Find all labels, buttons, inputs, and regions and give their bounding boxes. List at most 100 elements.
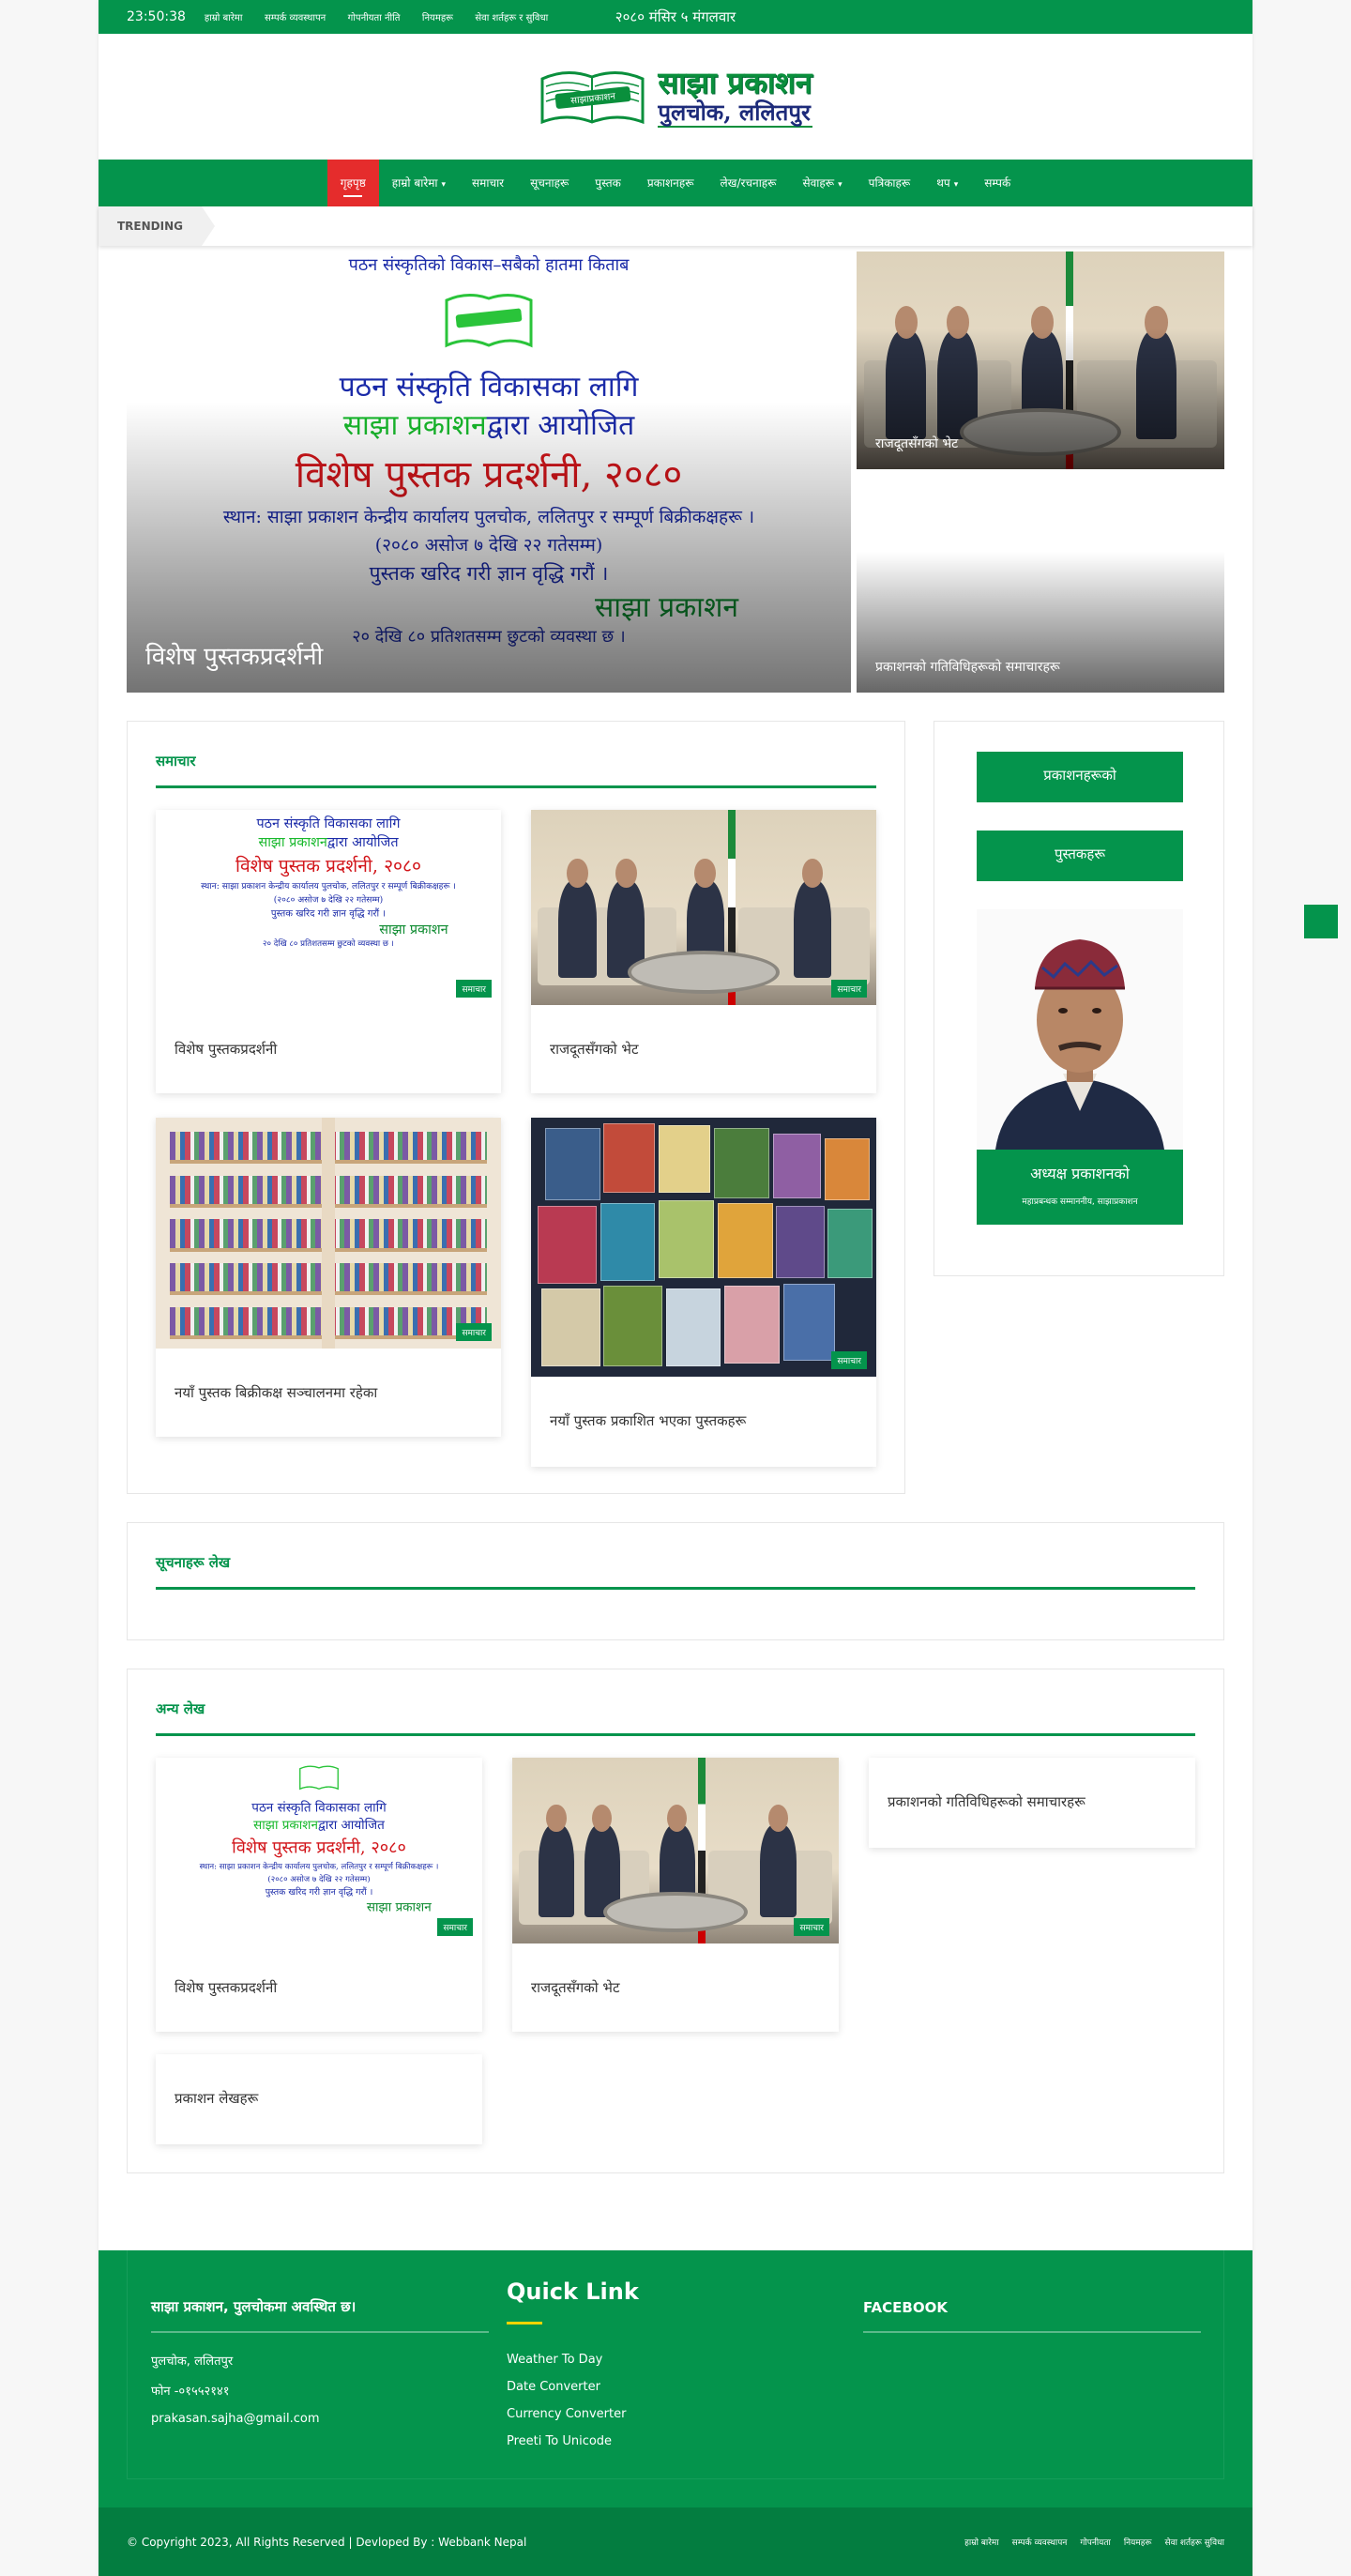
quick-link-date-converter[interactable]: Date Converter [507, 2380, 639, 2394]
quick-link-currency[interactable]: Currency Converter [507, 2407, 639, 2421]
chevron-down-icon: ▾ [953, 180, 959, 190]
quick-link-preeti[interactable]: Preeti To Unicode [507, 2434, 639, 2448]
footer-link-terms[interactable]: सेवा शर्तहरू सुविधा [1165, 2536, 1224, 2548]
section-heading[interactable]: अन्य लेख [156, 1700, 1195, 1736]
footer-link-contact[interactable]: सम्पर्क व्यवस्थापन [1012, 2536, 1068, 2548]
nav-item-more[interactable]: थप ▾ [923, 160, 971, 206]
post-thumbnail: समाचार [531, 1118, 876, 1377]
hero-main-title[interactable]: विशेष पुस्तकप्रदर्शनी [145, 638, 323, 672]
profile-info: अध्यक्ष प्रकाशनको महाप्रबन्धक सम्माननीय,… [977, 1150, 1183, 1225]
book-logo-icon: साझाप्रकाशन [540, 71, 645, 125]
category-badge[interactable]: समाचार [831, 1351, 867, 1369]
hero-side-post-2[interactable]: प्रकाशनको गतिविधिहरूको समाचारहरू [857, 475, 1224, 693]
top-link-rules[interactable]: नियमहरू [422, 13, 453, 23]
category-badge[interactable]: समाचार [456, 980, 492, 998]
footer-email[interactable]: prakasan.sajha@gmail.com [151, 2412, 489, 2426]
book-logo-icon [445, 294, 533, 348]
nav-item-contact[interactable]: सम्पर्क [971, 160, 1024, 206]
quick-link-heading: Quick Link [507, 2279, 639, 2340]
post-card[interactable]: प्रकाशन लेखहरू [156, 2054, 482, 2144]
top-link-privacy[interactable]: गोपनीयता नीति [348, 13, 401, 23]
copyright-bar: © Copyright 2023, All Rights Reserved | … [99, 2507, 1252, 2576]
notice-section: सूचनाहरू लेख [127, 1522, 1224, 1640]
nav-item-magazines[interactable]: पत्रिकाहरू [856, 160, 924, 206]
header-logo-area: साझाप्रकाशन साझा प्रकाशन पुलचोक, ललितपुर [99, 34, 1252, 160]
category-badge[interactable]: समाचार [456, 1323, 492, 1341]
profile-card: अध्यक्ष प्रकाशनको महाप्रबन्धक सम्माननीय,… [977, 909, 1183, 1225]
trending-bar: TRENDING [99, 206, 1252, 246]
nav-item-articles[interactable]: लेख/रचनाहरू [707, 160, 790, 206]
page-wrapper: 23:50:38 हाम्रो बारेमा सम्पर्क व्यवस्थाप… [99, 0, 1252, 2576]
clock-time: 23:50:38 [127, 9, 186, 24]
top-link-about[interactable]: हाम्रो बारेमा [205, 13, 243, 23]
hero-slider: पठन संस्कृतिको विकास–सबैको हातमा किताब प… [127, 252, 1224, 693]
other-section: अन्य लेख पठन संस्कृति विकासका लागि साझा … [127, 1669, 1224, 2173]
profile-name: अध्यक्ष प्रकाशनको [1030, 1165, 1130, 1182]
nav-item-services[interactable]: सेवाहरू ▾ [790, 160, 856, 206]
post-thumbnail: पठन संस्कृति विकासका लागि साझा प्रकाशनद्… [156, 1758, 482, 1943]
section-heading[interactable]: सूचनाहरू लेख [156, 1553, 1195, 1590]
hero-side-title-2[interactable]: प्रकाशनको गतिविधिहरूको समाचारहरू [875, 658, 1060, 676]
logo-text: साझा प्रकाशन पुलचोक, ललितपुर [658, 66, 812, 128]
quick-link-weather[interactable]: Weather To Day [507, 2353, 639, 2367]
post-card[interactable]: पठन संस्कृति विकासका लागि साझा प्रकाशनद्… [156, 810, 501, 1093]
nav-item-books[interactable]: पुस्तक [582, 160, 634, 206]
post-card[interactable]: समाचार नयाँ पुस्तक बिक्रीकक्ष सञ्चालनमा … [156, 1118, 501, 1437]
post-thumbnail: समाचार [531, 810, 876, 1005]
post-card[interactable]: समाचार राजदूतसँगको भेट [531, 810, 876, 1093]
footer-phone: फोन -०१५५२१४१ [151, 2385, 230, 2399]
nav-item-notices[interactable]: सूचनाहरू [517, 160, 582, 206]
nav-item-news[interactable]: समाचार [459, 160, 517, 206]
section-heading[interactable]: समाचार [156, 752, 876, 788]
footer-link-privacy[interactable]: गोपनीयता [1080, 2536, 1111, 2548]
nav-item-home[interactable]: गृहपृष्ठ [326, 160, 379, 206]
footer-link-rules[interactable]: नियमहरू [1124, 2536, 1152, 2548]
main-nav: गृहपृष्ठ हाम्रो बारेमा ▾ समाचार सूचनाहरू … [99, 160, 1252, 206]
footer-quick-links: Quick Link Weather To Day Date Converter… [507, 2279, 639, 2448]
scroll-to-top-icon[interactable] [1304, 905, 1338, 938]
post-title[interactable]: राजदूतसँगको भेट [531, 1005, 876, 1093]
footer-about-heading: साझा प्रकाशन, पुलचोकमा अवस्थित छ। [151, 2297, 489, 2333]
profile-photo [977, 909, 1183, 1150]
post-title[interactable]: विशेष पुस्तकप्रदर्शनी [156, 1005, 501, 1093]
facebook-heading: FACEBOOK [863, 2299, 1201, 2333]
nav-item-publications[interactable]: प्रकाशनहरू [634, 160, 707, 206]
logo-title: साझा प्रकाशन [658, 65, 812, 100]
nav-item-about[interactable]: हाम्रो बारेमा ▾ [379, 160, 459, 206]
post-card[interactable]: प्रकाशनको गतिविधिहरूको समाचारहरू [869, 1758, 1195, 1848]
post-thumbnail: समाचार [512, 1758, 839, 1943]
copyright-text: © Copyright 2023, All Rights Reserved | … [127, 2535, 527, 2549]
site-logo[interactable]: साझाप्रकाशन साझा प्रकाशन पुलचोक, ललितपुर [539, 66, 812, 128]
top-links: हाम्रो बारेमा सम्पर्क व्यवस्थापन गोपनीयत… [205, 10, 567, 23]
category-badge[interactable]: समाचार [831, 980, 867, 998]
hero-side-title-1[interactable]: राजदूतसँगको भेट [875, 434, 958, 452]
post-card[interactable]: पठन संस्कृति विकासका लागि साझा प्रकाशनद्… [156, 1758, 482, 2032]
footer-facebook: FACEBOOK [863, 2299, 1201, 2333]
post-title[interactable]: राजदूतसँगको भेट [512, 1943, 839, 2032]
post-title[interactable]: प्रकाशन लेखहरू [156, 2054, 482, 2142]
chevron-down-icon: ▾ [441, 180, 447, 190]
top-link-contact[interactable]: सम्पर्क व्यवस्थापन [265, 13, 326, 23]
post-title[interactable]: प्रकाशनको गतिविधिहरूको समाचारहरू [869, 1758, 1195, 1846]
hero-main-post[interactable]: पठन संस्कृतिको विकास–सबैको हातमा किताब प… [127, 252, 851, 693]
footer-address: पुलचोक, ललितपुर [151, 2355, 234, 2369]
post-title[interactable]: नयाँ पुस्तक प्रकाशित भएका पुस्तकहरू [531, 1377, 876, 1465]
top-bar: 23:50:38 हाम्रो बारेमा सम्पर्क व्यवस्थाप… [99, 0, 1252, 34]
footer-about: साझा प्रकाशन, पुलचोकमा अवस्थित छ। पुलचोक… [151, 2297, 489, 2426]
post-thumbnail: समाचार [156, 1118, 501, 1349]
category-badge[interactable]: समाचार [794, 1918, 829, 1936]
post-title[interactable]: विशेष पुस्तकप्रदर्शनी [156, 1943, 482, 2032]
footer-link-about[interactable]: हाम्रो बारेमा [964, 2536, 999, 2548]
category-badge[interactable]: समाचार [437, 1918, 473, 1936]
post-title[interactable]: नयाँ पुस्तक बिक्रीकक्ष सञ्चालनमा रहेका [156, 1349, 501, 1437]
post-card[interactable]: समाचार राजदूतसँगको भेट [512, 1758, 839, 2032]
hero-side-post-1[interactable]: राजदूतसँगको भेट [857, 252, 1224, 469]
post-card[interactable]: समाचार नयाँ पुस्तक प्रकाशित भएका पुस्तकह… [531, 1118, 876, 1467]
chevron-down-icon: ▾ [838, 180, 842, 190]
publications-button[interactable]: प्रकाशनहरूको [977, 752, 1183, 802]
books-button[interactable]: पुस्तकहरू [977, 831, 1183, 881]
post-thumbnail: पठन संस्कृति विकासका लागि साझा प्रकाशनद्… [156, 810, 501, 1005]
trending-label: TRENDING [99, 206, 215, 246]
top-link-terms[interactable]: सेवा शर्तहरू र सुविधा [475, 13, 548, 23]
news-section: समाचार पठन संस्कृति विकासका लागि साझा प्… [127, 721, 905, 1494]
